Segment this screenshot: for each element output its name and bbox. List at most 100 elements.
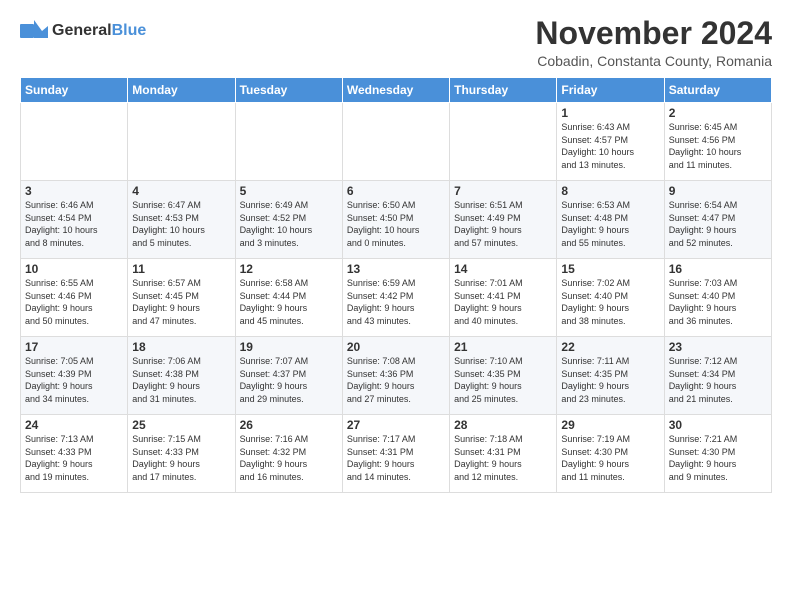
day-number: 3 xyxy=(25,184,123,198)
calendar-cell-w5-d1: 24Sunrise: 7:13 AM Sunset: 4:33 PM Dayli… xyxy=(21,415,128,493)
day-number: 21 xyxy=(454,340,552,354)
day-number: 4 xyxy=(132,184,230,198)
calendar-cell-w3-d5: 14Sunrise: 7:01 AM Sunset: 4:41 PM Dayli… xyxy=(450,259,557,337)
day-number: 13 xyxy=(347,262,445,276)
day-info: Sunrise: 7:15 AM Sunset: 4:33 PM Dayligh… xyxy=(132,433,230,483)
logo-general-text: General xyxy=(52,22,112,39)
day-number: 17 xyxy=(25,340,123,354)
calendar-cell-w2-d4: 6Sunrise: 6:50 AM Sunset: 4:50 PM Daylig… xyxy=(342,181,449,259)
day-number: 20 xyxy=(347,340,445,354)
day-number: 5 xyxy=(240,184,338,198)
calendar-cell-w2-d5: 7Sunrise: 6:51 AM Sunset: 4:49 PM Daylig… xyxy=(450,181,557,259)
calendar-cell-w3-d6: 15Sunrise: 7:02 AM Sunset: 4:40 PM Dayli… xyxy=(557,259,664,337)
calendar-cell-w5-d5: 28Sunrise: 7:18 AM Sunset: 4:31 PM Dayli… xyxy=(450,415,557,493)
calendar-cell-w5-d2: 25Sunrise: 7:15 AM Sunset: 4:33 PM Dayli… xyxy=(128,415,235,493)
day-info: Sunrise: 7:21 AM Sunset: 4:30 PM Dayligh… xyxy=(669,433,767,483)
calendar-cell-w3-d1: 10Sunrise: 6:55 AM Sunset: 4:46 PM Dayli… xyxy=(21,259,128,337)
logo-icon xyxy=(20,16,50,46)
day-number: 23 xyxy=(669,340,767,354)
day-info: Sunrise: 7:03 AM Sunset: 4:40 PM Dayligh… xyxy=(669,277,767,327)
day-number: 7 xyxy=(454,184,552,198)
day-info: Sunrise: 7:18 AM Sunset: 4:31 PM Dayligh… xyxy=(454,433,552,483)
day-info: Sunrise: 6:47 AM Sunset: 4:53 PM Dayligh… xyxy=(132,199,230,249)
day-number: 2 xyxy=(669,106,767,120)
calendar-cell-w1-d5 xyxy=(450,103,557,181)
day-number: 18 xyxy=(132,340,230,354)
day-number: 27 xyxy=(347,418,445,432)
calendar-cell-w4-d7: 23Sunrise: 7:12 AM Sunset: 4:34 PM Dayli… xyxy=(664,337,771,415)
day-info: Sunrise: 6:50 AM Sunset: 4:50 PM Dayligh… xyxy=(347,199,445,249)
day-info: Sunrise: 6:59 AM Sunset: 4:42 PM Dayligh… xyxy=(347,277,445,327)
week-row-3: 10Sunrise: 6:55 AM Sunset: 4:46 PM Dayli… xyxy=(21,259,772,337)
day-number: 28 xyxy=(454,418,552,432)
day-info: Sunrise: 7:13 AM Sunset: 4:33 PM Dayligh… xyxy=(25,433,123,483)
day-info: Sunrise: 6:57 AM Sunset: 4:45 PM Dayligh… xyxy=(132,277,230,327)
day-number: 11 xyxy=(132,262,230,276)
calendar-cell-w5-d4: 27Sunrise: 7:17 AM Sunset: 4:31 PM Dayli… xyxy=(342,415,449,493)
calendar-table: Sunday Monday Tuesday Wednesday Thursday… xyxy=(20,77,772,493)
day-info: Sunrise: 7:08 AM Sunset: 4:36 PM Dayligh… xyxy=(347,355,445,405)
day-number: 29 xyxy=(561,418,659,432)
day-info: Sunrise: 7:19 AM Sunset: 4:30 PM Dayligh… xyxy=(561,433,659,483)
col-monday: Monday xyxy=(128,78,235,103)
calendar-cell-w5-d3: 26Sunrise: 7:16 AM Sunset: 4:32 PM Dayli… xyxy=(235,415,342,493)
day-info: Sunrise: 7:01 AM Sunset: 4:41 PM Dayligh… xyxy=(454,277,552,327)
col-thursday: Thursday xyxy=(450,78,557,103)
day-number: 10 xyxy=(25,262,123,276)
day-info: Sunrise: 7:05 AM Sunset: 4:39 PM Dayligh… xyxy=(25,355,123,405)
day-number: 9 xyxy=(669,184,767,198)
calendar-cell-w4-d4: 20Sunrise: 7:08 AM Sunset: 4:36 PM Dayli… xyxy=(342,337,449,415)
day-info: Sunrise: 6:58 AM Sunset: 4:44 PM Dayligh… xyxy=(240,277,338,327)
day-number: 19 xyxy=(240,340,338,354)
day-number: 22 xyxy=(561,340,659,354)
calendar-cell-w3-d4: 13Sunrise: 6:59 AM Sunset: 4:42 PM Dayli… xyxy=(342,259,449,337)
calendar-cell-w5-d7: 30Sunrise: 7:21 AM Sunset: 4:30 PM Dayli… xyxy=(664,415,771,493)
calendar-cell-w3-d3: 12Sunrise: 6:58 AM Sunset: 4:44 PM Dayli… xyxy=(235,259,342,337)
location: Cobadin, Constanta County, Romania xyxy=(535,53,772,69)
day-info: Sunrise: 7:06 AM Sunset: 4:38 PM Dayligh… xyxy=(132,355,230,405)
logo-blue-text: Blue xyxy=(112,22,147,39)
calendar-cell-w2-d1: 3Sunrise: 6:46 AM Sunset: 4:54 PM Daylig… xyxy=(21,181,128,259)
day-info: Sunrise: 6:46 AM Sunset: 4:54 PM Dayligh… xyxy=(25,199,123,249)
calendar-cell-w1-d1 xyxy=(21,103,128,181)
day-number: 30 xyxy=(669,418,767,432)
calendar-cell-w2-d7: 9Sunrise: 6:54 AM Sunset: 4:47 PM Daylig… xyxy=(664,181,771,259)
calendar-cell-w1-d2 xyxy=(128,103,235,181)
day-number: 26 xyxy=(240,418,338,432)
header: GeneralBlue November 2024 Cobadin, Const… xyxy=(20,16,772,69)
day-number: 1 xyxy=(561,106,659,120)
day-info: Sunrise: 6:54 AM Sunset: 4:47 PM Dayligh… xyxy=(669,199,767,249)
calendar-cell-w2-d3: 5Sunrise: 6:49 AM Sunset: 4:52 PM Daylig… xyxy=(235,181,342,259)
calendar-cell-w1-d4 xyxy=(342,103,449,181)
week-row-5: 24Sunrise: 7:13 AM Sunset: 4:33 PM Dayli… xyxy=(21,415,772,493)
col-sunday: Sunday xyxy=(21,78,128,103)
col-tuesday: Tuesday xyxy=(235,78,342,103)
title-section: November 2024 Cobadin, Constanta County,… xyxy=(535,16,772,69)
col-wednesday: Wednesday xyxy=(342,78,449,103)
week-row-2: 3Sunrise: 6:46 AM Sunset: 4:54 PM Daylig… xyxy=(21,181,772,259)
calendar-cell-w4-d1: 17Sunrise: 7:05 AM Sunset: 4:39 PM Dayli… xyxy=(21,337,128,415)
day-info: Sunrise: 6:43 AM Sunset: 4:57 PM Dayligh… xyxy=(561,121,659,171)
day-info: Sunrise: 7:12 AM Sunset: 4:34 PM Dayligh… xyxy=(669,355,767,405)
day-info: Sunrise: 7:11 AM Sunset: 4:35 PM Dayligh… xyxy=(561,355,659,405)
day-number: 16 xyxy=(669,262,767,276)
day-info: Sunrise: 6:49 AM Sunset: 4:52 PM Dayligh… xyxy=(240,199,338,249)
week-row-4: 17Sunrise: 7:05 AM Sunset: 4:39 PM Dayli… xyxy=(21,337,772,415)
day-info: Sunrise: 6:55 AM Sunset: 4:46 PM Dayligh… xyxy=(25,277,123,327)
calendar-cell-w1-d6: 1Sunrise: 6:43 AM Sunset: 4:57 PM Daylig… xyxy=(557,103,664,181)
calendar-cell-w4-d2: 18Sunrise: 7:06 AM Sunset: 4:38 PM Dayli… xyxy=(128,337,235,415)
calendar-cell-w3-d2: 11Sunrise: 6:57 AM Sunset: 4:45 PM Dayli… xyxy=(128,259,235,337)
calendar-cell-w3-d7: 16Sunrise: 7:03 AM Sunset: 4:40 PM Dayli… xyxy=(664,259,771,337)
day-info: Sunrise: 7:10 AM Sunset: 4:35 PM Dayligh… xyxy=(454,355,552,405)
day-number: 12 xyxy=(240,262,338,276)
month-title: November 2024 xyxy=(535,16,772,51)
col-saturday: Saturday xyxy=(664,78,771,103)
day-info: Sunrise: 6:53 AM Sunset: 4:48 PM Dayligh… xyxy=(561,199,659,249)
week-row-1: 1Sunrise: 6:43 AM Sunset: 4:57 PM Daylig… xyxy=(21,103,772,181)
calendar-cell-w2-d6: 8Sunrise: 6:53 AM Sunset: 4:48 PM Daylig… xyxy=(557,181,664,259)
day-info: Sunrise: 7:02 AM Sunset: 4:40 PM Dayligh… xyxy=(561,277,659,327)
calendar-cell-w4-d5: 21Sunrise: 7:10 AM Sunset: 4:35 PM Dayli… xyxy=(450,337,557,415)
calendar-cell-w4-d6: 22Sunrise: 7:11 AM Sunset: 4:35 PM Dayli… xyxy=(557,337,664,415)
header-row: Sunday Monday Tuesday Wednesday Thursday… xyxy=(21,78,772,103)
calendar-cell-w5-d6: 29Sunrise: 7:19 AM Sunset: 4:30 PM Dayli… xyxy=(557,415,664,493)
